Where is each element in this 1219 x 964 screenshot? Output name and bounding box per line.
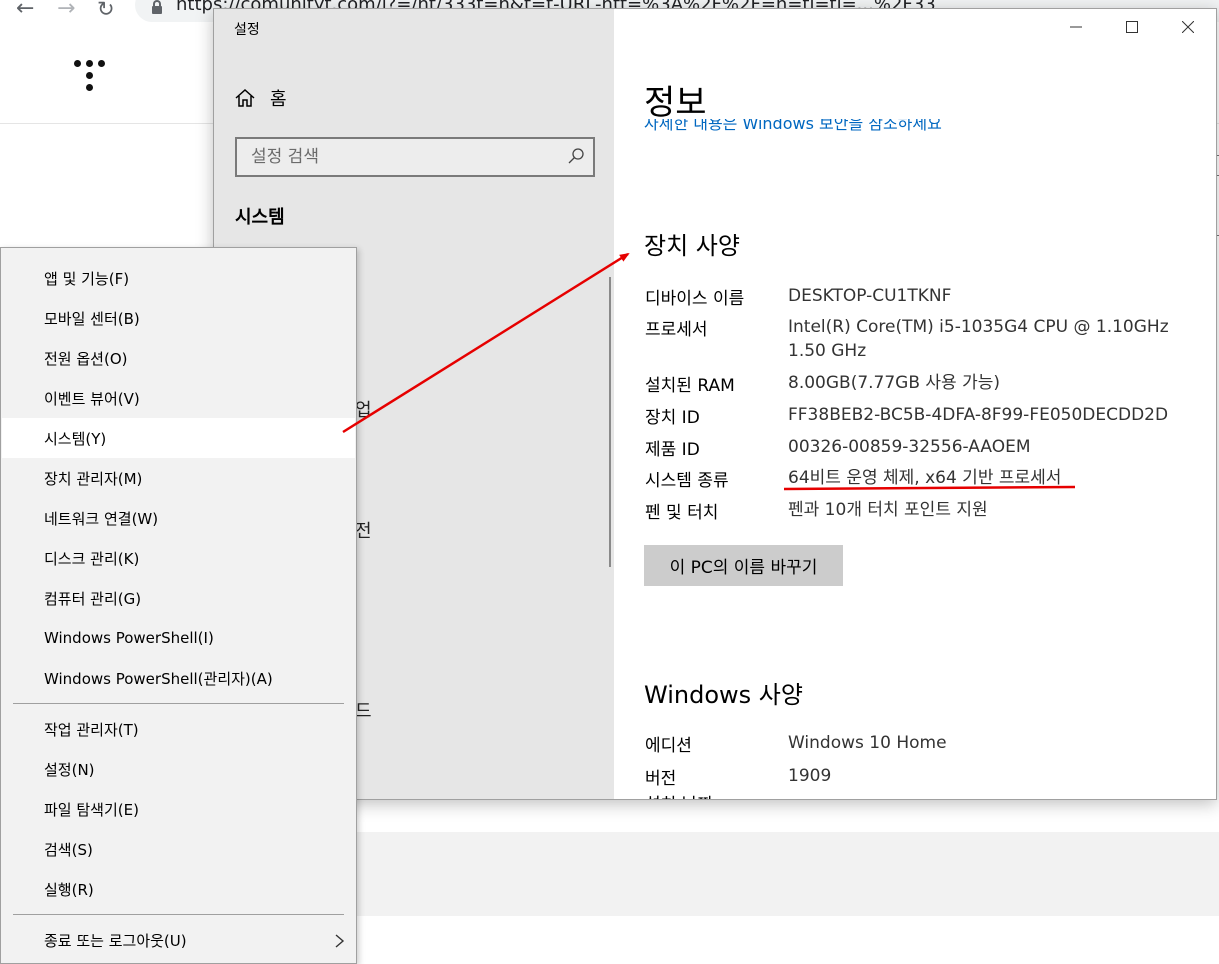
- device-specs-title: 장치 사양: [644, 232, 740, 260]
- spec-value[interactable]: 1909: [788, 764, 1208, 788]
- menu-item-system[interactable]: 시스템(Y): [2, 418, 355, 458]
- settings-search-box[interactable]: [235, 137, 595, 177]
- menu-item-power-options[interactable]: 전원 옵션(O): [2, 338, 355, 378]
- site-logo[interactable]: [74, 60, 106, 116]
- page-title: 정보: [644, 83, 707, 123]
- spec-key: 제품 ID: [645, 440, 700, 460]
- sidebar-item-partial[interactable]: 업: [355, 396, 372, 422]
- menu-item-powershell[interactable]: Windows PowerShell(I): [2, 618, 355, 658]
- menu-item-search[interactable]: 검색(S): [2, 829, 355, 869]
- spec-key: 디바이스 이름: [645, 289, 745, 309]
- settings-window: 설정 홈 시스템 업 전 드 정보: [213, 8, 1217, 800]
- back-arrow-icon[interactable]: ←: [16, 0, 34, 20]
- chevron-right-icon: [335, 934, 345, 948]
- winx-context-menu: 앱 및 기능(F) 모바일 센터(B) 전원 옵션(O) 이벤트 뷰어(V) 시…: [0, 247, 357, 964]
- menu-separator: [13, 703, 344, 704]
- menu-item-event-viewer[interactable]: 이벤트 뷰어(V): [2, 378, 355, 418]
- spec-value[interactable]: Intel(R) Core(TM) i5-1035G4 CPU @ 1.10GH…: [788, 315, 1208, 339]
- home-label: 홈: [270, 89, 287, 110]
- spec-key: 시스템 종류: [645, 471, 729, 491]
- menu-item-run[interactable]: 실행(R): [2, 869, 355, 909]
- spec-value[interactable]: 펜과 10개 터치 포인트 지원: [788, 498, 1208, 522]
- sidebar-section-system: 시스템: [235, 207, 285, 228]
- spec-key: 설치된 RAM: [645, 376, 735, 396]
- spec-value[interactable]: 8.00GB(7.77GB 사용 가능): [788, 371, 1208, 395]
- spec-key: 프로세서: [645, 320, 708, 340]
- spec-value[interactable]: Windows 10 Home: [788, 731, 1208, 755]
- settings-content: 정보 자세한 내용은 Windows 보안을 참조하세요 장치 사양 디바이스 …: [614, 9, 1216, 799]
- clipped-link[interactable]: 자세한 내용은 Windows 보안을 참조하세요: [644, 119, 1004, 131]
- spec-key: 에디션: [645, 736, 692, 756]
- menu-item-mobility-center[interactable]: 모바일 센터(B): [2, 298, 355, 338]
- menu-item-file-explorer[interactable]: 파일 탐색기(E): [2, 789, 355, 829]
- windows-specs-title: Windows 사양: [644, 681, 803, 709]
- search-icon[interactable]: [567, 147, 585, 165]
- clipped-spec-row: 설치 날짜: [645, 794, 713, 799]
- menu-item-network-connections[interactable]: 네트워크 연결(W): [2, 498, 355, 538]
- menu-item-powershell-admin[interactable]: Windows PowerShell(관리자)(A): [2, 658, 355, 698]
- menu-item-device-manager[interactable]: 장치 관리자(M): [2, 458, 355, 498]
- sidebar-item-partial[interactable]: 전: [355, 517, 372, 543]
- spec-value[interactable]: 64비트 운영 체제, x64 기반 프로세서: [788, 466, 1208, 490]
- rename-pc-button[interactable]: 이 PC의 이름 바꾸기: [644, 545, 843, 586]
- page-gray-band: [357, 832, 1219, 916]
- sidebar-scrollbar[interactable]: [609, 277, 611, 567]
- forward-arrow-icon[interactable]: →: [57, 0, 75, 20]
- menu-item-computer-management[interactable]: 컴퓨터 관리(G): [2, 578, 355, 618]
- spec-value[interactable]: DESKTOP-CU1TKNF: [788, 284, 1208, 308]
- spec-key: 장치 ID: [645, 408, 700, 428]
- settings-search-input[interactable]: [237, 139, 557, 175]
- home-icon: [235, 88, 255, 107]
- spec-key: 펜 및 터치: [645, 503, 719, 523]
- spec-value[interactable]: FF38BEB2-BC5B-4DFA-8F99-FE050DECDD2D: [788, 403, 1208, 427]
- spec-value[interactable]: 00326-00859-32556-AAOEM: [788, 435, 1208, 459]
- menu-item-shutdown-signout[interactable]: 종료 또는 로그아웃(U): [2, 920, 355, 960]
- spec-value-line2[interactable]: 1.50 GHz: [788, 339, 1208, 363]
- lock-icon: [152, 0, 162, 15]
- menu-item-apps-features[interactable]: 앱 및 기능(F): [2, 258, 355, 298]
- menu-item-settings[interactable]: 설정(N): [2, 749, 355, 789]
- menu-item-disk-management[interactable]: 디스크 관리(K): [2, 538, 355, 578]
- menu-separator: [13, 914, 344, 915]
- home-nav-item[interactable]: 홈: [234, 85, 287, 111]
- sidebar-item-partial[interactable]: 드: [355, 697, 372, 723]
- menu-item-label: 종료 또는 로그아웃(U): [44, 931, 187, 950]
- menu-item-task-manager[interactable]: 작업 관리자(T): [2, 709, 355, 749]
- reload-icon[interactable]: ↻: [97, 0, 115, 20]
- window-title: 설정: [234, 22, 260, 38]
- spec-key: 버전: [645, 769, 677, 789]
